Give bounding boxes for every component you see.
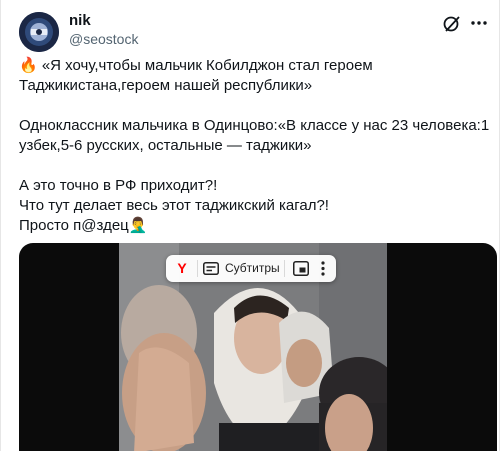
text-line: Таджикистана,героем нашей республики» <box>19 77 313 94</box>
paragraph: 🔥 «Я хочу,чтобы мальчик Кобилджон стал г… <box>19 56 489 96</box>
paragraph: А это точно в РФ приходит?! Что тут дела… <box>19 176 489 236</box>
text-line: Одноклассник мальчика в Одинцово:«В клас… <box>19 117 490 134</box>
paragraph: Одноклассник мальчика в Одинцово:«В клас… <box>19 116 489 156</box>
subtitles-button[interactable]: Субтитры <box>201 255 280 282</box>
avatar[interactable] <box>19 12 59 52</box>
toolbar-divider <box>197 260 198 277</box>
text-line: Просто п@здец🤦‍♂️ <box>19 217 148 234</box>
author-name[interactable]: nik <box>69 12 91 29</box>
grok-icon[interactable] <box>442 14 462 34</box>
vertical-dots-icon[interactable] <box>318 260 328 277</box>
text-line: А это точно в РФ приходит?! <box>19 177 218 194</box>
yandex-logo[interactable]: Y <box>172 258 192 279</box>
text-line: узбек,5-6 русских, остальные — таджики» <box>19 137 312 154</box>
author-handle[interactable]: @seostock <box>69 31 138 47</box>
subtitles-label: Субтитры <box>225 261 280 275</box>
text-line: Что тут делает весь этот таджикский кага… <box>19 197 329 214</box>
more-icon[interactable] <box>469 13 489 33</box>
picture-in-picture-icon[interactable] <box>293 261 309 276</box>
tweet-text: 🔥 «Я хочу,чтобы мальчик Кобилджон стал г… <box>19 56 489 236</box>
text-line: 🔥 «Я хочу,чтобы мальчик Кобилджон стал г… <box>19 57 373 74</box>
subtitles-icon <box>203 262 219 275</box>
yandex-video-toolbar: Y Субтитры <box>166 255 336 282</box>
tweet-card: nik @seostock 🔥 «Я хочу,чтобы мальчик Ко… <box>0 0 500 451</box>
toolbar-divider <box>284 260 285 277</box>
video-player[interactable]: Y Субтитры <box>19 243 497 451</box>
